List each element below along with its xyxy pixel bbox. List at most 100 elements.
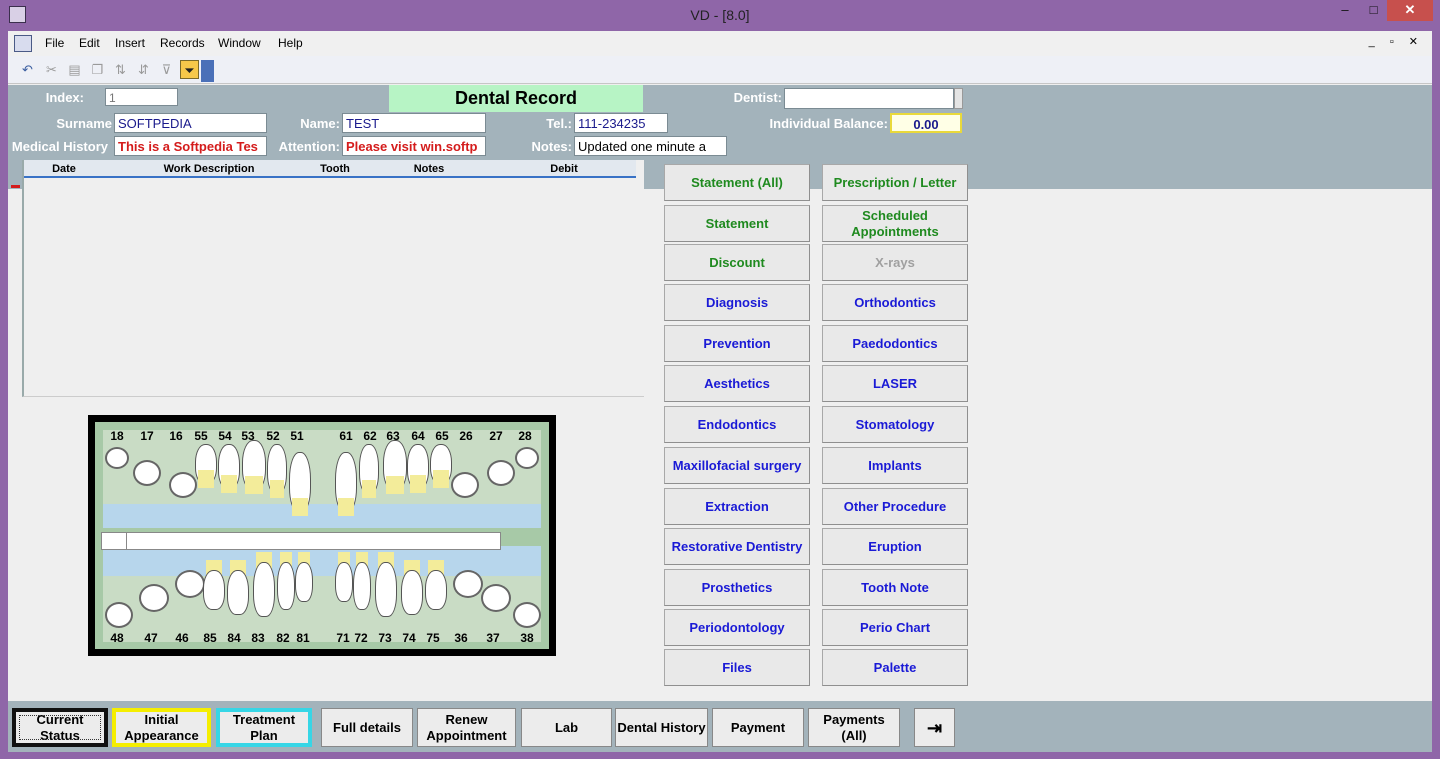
implants-button[interactable]: Implants	[822, 447, 968, 484]
payment-button[interactable]: Payment	[712, 708, 804, 747]
tooth-number-55[interactable]: 55	[189, 429, 213, 443]
tooth-lower-right-1[interactable]	[227, 570, 249, 615]
tooth-26[interactable]	[451, 472, 479, 498]
tooth-number-65[interactable]: 65	[430, 429, 454, 443]
tooth-number-48[interactable]: 48	[105, 631, 129, 645]
periodontology-button[interactable]: Periodontology	[664, 609, 810, 646]
sort-descending-icon[interactable]: ⇵	[134, 60, 153, 79]
filter-clear-icon[interactable]: ⊽	[157, 60, 176, 79]
tooth-46[interactable]	[175, 570, 205, 598]
column-debit[interactable]: Debit	[534, 163, 594, 175]
mdi-window-controls[interactable]: _ ▫ ✕	[1369, 35, 1424, 48]
tooth-upper-left-cap-2[interactable]	[386, 476, 404, 494]
tooth-number-17[interactable]: 17	[135, 429, 159, 443]
tooth-number-83[interactable]: 83	[246, 631, 270, 645]
tooth-number-46[interactable]: 46	[170, 631, 194, 645]
sort-ascending-icon[interactable]: ⇅	[111, 60, 130, 79]
paedodontics-button[interactable]: Paedodontics	[822, 325, 968, 362]
dental-chart[interactable]: 18 17 16 55 54 53 52 51 61 62 63 64 65 26 27 28 48 47 46 8…	[88, 415, 556, 656]
dental-history-button[interactable]: Dental History	[615, 708, 708, 747]
tooth-number-37[interactable]: 37	[481, 631, 505, 645]
dentist-dropdown[interactable]	[784, 88, 954, 109]
endodontics-button[interactable]: Endodontics	[664, 406, 810, 443]
minimize-button[interactable]: –	[1330, 0, 1360, 21]
laser-button[interactable]: LASER	[822, 365, 968, 402]
tooth-number-27[interactable]: 27	[484, 429, 508, 443]
dentist-dropdown-arrow-icon[interactable]	[954, 88, 963, 109]
work-grid[interactable]: Date Work Description Tooth Notes Debit	[22, 160, 644, 397]
cut-icon[interactable]: ✂	[42, 60, 61, 79]
current-status-button[interactable]: Current Status	[12, 708, 108, 747]
initial-appearance-button[interactable]: Initial Appearance	[112, 708, 211, 747]
tooth-lower-right-2[interactable]	[253, 562, 275, 617]
document-icon[interactable]	[14, 35, 32, 52]
tooth-number-84[interactable]: 84	[222, 631, 246, 645]
tooth-37[interactable]	[481, 584, 511, 612]
statement-all-button[interactable]: Statement (All)	[664, 164, 810, 201]
column-work-description[interactable]: Work Description	[144, 163, 274, 175]
notes-field[interactable]: Updated one minute a	[574, 136, 727, 156]
menu-edit[interactable]: Edit	[79, 36, 100, 50]
tooth-number-72[interactable]: 72	[349, 631, 373, 645]
tooth-lower-left-2[interactable]	[375, 562, 397, 617]
tooth-lower-left-1[interactable]	[353, 562, 371, 610]
tooth-lower-right-3[interactable]	[277, 562, 295, 610]
tooth-lower-left-0[interactable]	[335, 562, 353, 602]
tooth-number-51[interactable]: 51	[285, 429, 309, 443]
tooth-number-64[interactable]: 64	[406, 429, 430, 443]
payments-all-button[interactable]: Payments (All)	[808, 708, 900, 747]
tooth-number-28[interactable]: 28	[513, 429, 537, 443]
filter-icon[interactable]: ⏷	[180, 60, 199, 79]
stomatology-button[interactable]: Stomatology	[822, 406, 968, 443]
tooth-17[interactable]	[133, 460, 161, 486]
column-notes[interactable]: Notes	[404, 163, 454, 175]
tooth-number-73[interactable]: 73	[373, 631, 397, 645]
tooth-number-75[interactable]: 75	[421, 631, 445, 645]
tooth-36[interactable]	[453, 570, 483, 598]
toolbar-dropdown-icon[interactable]	[201, 60, 214, 82]
menu-file[interactable]: File	[45, 36, 64, 50]
tooth-upper-right-cap-1[interactable]	[221, 475, 237, 493]
other-procedure-button[interactable]: Other Procedure	[822, 488, 968, 525]
index-field[interactable]: 1	[105, 88, 178, 106]
tooth-number-16[interactable]: 16	[164, 429, 188, 443]
diagnosis-button[interactable]: Diagnosis	[664, 284, 810, 321]
name-field[interactable]: TEST	[342, 113, 486, 133]
statement-button[interactable]: Statement	[664, 205, 810, 242]
restorative-dentistry-button[interactable]: Restorative Dentistry	[664, 528, 810, 565]
tooth-note-button[interactable]: Tooth Note	[822, 569, 968, 606]
tooth-number-53[interactable]: 53	[236, 429, 260, 443]
tooth-16[interactable]	[169, 472, 197, 498]
tooth-number-18[interactable]: 18	[105, 429, 129, 443]
tooth-number-63[interactable]: 63	[381, 429, 405, 443]
undo-icon[interactable]: ↶	[18, 60, 37, 79]
tooth-upper-left-cap-1[interactable]	[362, 480, 376, 498]
tooth-number-54[interactable]: 54	[213, 429, 237, 443]
prescription-letter-button[interactable]: Prescription / Letter	[822, 164, 968, 201]
orthodontics-button[interactable]: Orthodontics	[822, 284, 968, 321]
tooth-number-26[interactable]: 26	[454, 429, 478, 443]
surname-field[interactable]: SOFTPEDIA	[114, 113, 267, 133]
tooth-28[interactable]	[515, 447, 539, 469]
medical-history-field[interactable]: This is a Softpedia Tes	[114, 136, 267, 156]
prosthetics-button[interactable]: Prosthetics	[664, 569, 810, 606]
tooth-number-52[interactable]: 52	[261, 429, 285, 443]
tooth-upper-left-cap-4[interactable]	[433, 470, 449, 488]
treatment-plan-button[interactable]: Treatment Plan	[216, 708, 312, 747]
discount-button[interactable]: Discount	[664, 244, 810, 281]
attention-field[interactable]: Please visit win.softp	[342, 136, 486, 156]
tooth-lower-left-3[interactable]	[401, 570, 423, 615]
column-date[interactable]: Date	[34, 163, 94, 175]
lab-button[interactable]: Lab	[521, 708, 612, 747]
tooth-lower-left-4[interactable]	[425, 570, 447, 610]
renew-appointment-button[interactable]: Renew Appointment	[417, 708, 516, 747]
tooth-48[interactable]	[105, 602, 133, 628]
tooth-number-38[interactable]: 38	[515, 631, 539, 645]
eruption-button[interactable]: Eruption	[822, 528, 968, 565]
tooth-lower-right-0[interactable]	[203, 570, 225, 610]
prevention-button[interactable]: Prevention	[664, 325, 810, 362]
tooth-upper-right-cap-2[interactable]	[245, 476, 263, 494]
tooth-upper-left-cap-0[interactable]	[338, 498, 354, 516]
tooth-number-36[interactable]: 36	[449, 631, 473, 645]
paste-icon[interactable]: ▤	[65, 60, 84, 79]
